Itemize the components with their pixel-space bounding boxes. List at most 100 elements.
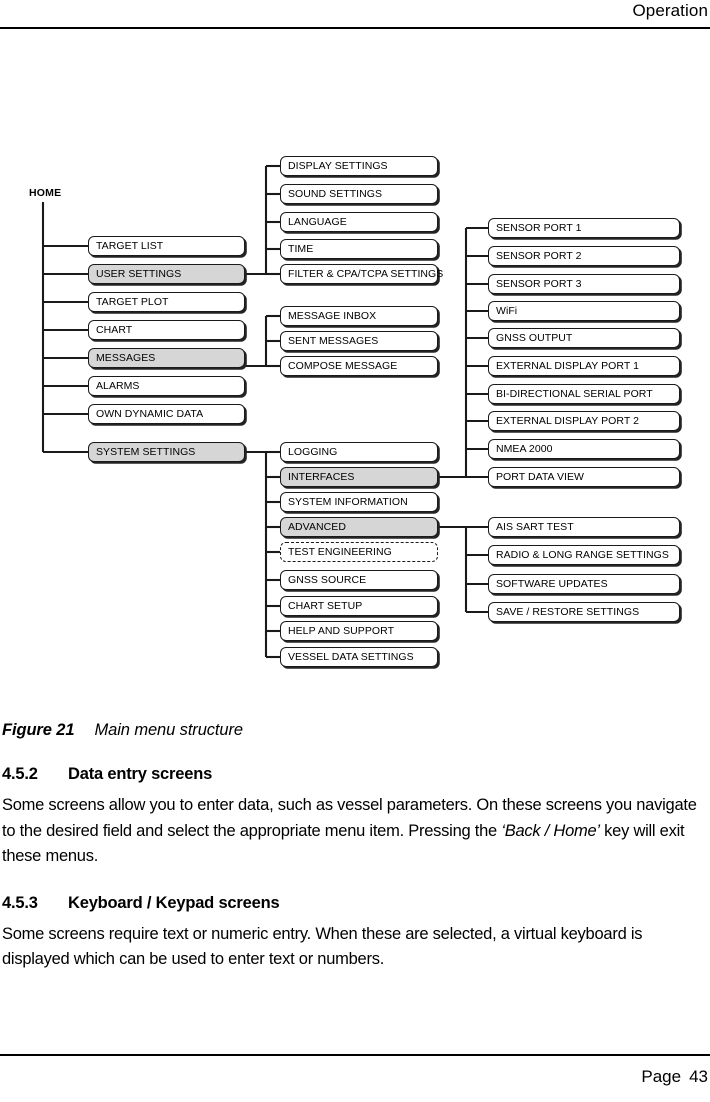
menu-node-logging[interactable]: LOGGING [280,442,438,462]
menu-node-label: HELP AND SUPPORT [288,624,395,637]
menu-node-message-inbox[interactable]: MESSAGE INBOX [280,306,438,326]
menu-node-system-information[interactable]: SYSTEM INFORMATION [280,492,438,512]
menu-node-sound-settings[interactable]: SOUND SETTINGS [280,184,438,204]
section-number: 4.5.3 [2,893,38,912]
menu-node-help-and-support[interactable]: HELP AND SUPPORT [280,621,438,641]
menu-node-user-settings[interactable]: USER SETTINGS [88,264,245,284]
menu-node-ais-sart-test[interactable]: AIS SART TEST [488,517,680,537]
menu-node-time[interactable]: TIME [280,239,438,259]
menu-node-label: TARGET LIST [96,239,164,252]
header-rule [0,27,710,29]
menu-node-label: TIME [288,242,314,255]
menu-node-label: SYSTEM INFORMATION [288,495,408,508]
menu-node-label: MESSAGE INBOX [288,309,377,322]
menu-node-own-dynamic-data[interactable]: OWN DYNAMIC DATA [88,404,245,424]
menu-node-label: SENSOR PORT 3 [496,277,582,290]
menu-node-sensor-port-2[interactable]: SENSOR PORT 2 [488,246,680,266]
menu-node-sent-messages[interactable]: SENT MESSAGES [280,331,438,351]
menu-node-label: EXTERNAL DISPLAY PORT 1 [496,359,639,372]
menu-node-external-display-port-2[interactable]: EXTERNAL DISPLAY PORT 2 [488,411,680,431]
menu-node-label: RADIO & LONG RANGE SETTINGS [496,548,669,561]
menu-node-label: WiFi [496,304,518,317]
figure-caption: Figure 21 Main menu structure [2,721,243,740]
menu-node-language[interactable]: LANGUAGE [280,212,438,232]
menu-node-filter-cpa-tcpa-settings[interactable]: FILTER & CPA/TCPA SETTINGS [280,264,443,284]
footer-rule [0,1054,710,1056]
menu-node-target-list[interactable]: TARGET LIST [88,236,245,256]
menu-node-label: LOGGING [288,445,338,458]
diagram-root-label: HOME [29,187,62,199]
menu-node-label: NMEA 2000 [496,442,553,455]
menu-node-sensor-port-1[interactable]: SENSOR PORT 1 [488,218,680,238]
menu-node-label: SAVE / RESTORE SETTINGS [496,605,640,618]
menu-node-wifi[interactable]: WiFi [488,301,680,321]
page-content: 4.5.2 Data entry screens Some screens al… [2,765,708,997]
figure-label: Figure 21 [2,721,75,739]
menu-node-label: MESSAGES [96,351,156,364]
menu-node-label: DISPLAY SETTINGS [288,159,388,172]
menu-node-external-display-port-1[interactable]: EXTERNAL DISPLAY PORT 1 [488,356,680,376]
section-paragraph-4-5-2: Some screens allow you to enter data, su… [2,793,708,870]
menu-node-label: BI-DIRECTIONAL SERIAL PORT [496,387,653,400]
menu-node-display-settings[interactable]: DISPLAY SETTINGS [280,156,438,176]
menu-node-interfaces[interactable]: INTERFACES [280,467,438,487]
menu-node-system-settings[interactable]: SYSTEM SETTINGS [88,442,245,462]
menu-node-label: INTERFACES [288,470,355,483]
menu-node-chart-setup[interactable]: CHART SETUP [280,596,438,616]
menu-node-label: SOUND SETTINGS [288,187,383,200]
menu-node-label: VESSEL DATA SETTINGS [288,650,414,663]
menu-node-label: ALARMS [96,379,140,392]
menu-node-label: ADVANCED [288,520,346,533]
menu-node-label: GNSS OUTPUT [496,331,573,344]
menu-node-label: GNSS SOURCE [288,573,367,586]
menu-node-radio-long-range-settings[interactable]: RADIO & LONG RANGE SETTINGS [488,545,680,565]
menu-node-chart[interactable]: CHART [88,320,245,340]
header-title: Operation [632,1,708,20]
menu-node-save-restore-settings[interactable]: SAVE / RESTORE SETTINGS [488,602,680,622]
menu-node-advanced[interactable]: ADVANCED [280,517,438,537]
section-heading-4-5-2: 4.5.2 Data entry screens [2,765,708,784]
menu-node-label: SENSOR PORT 2 [496,249,582,262]
menu-node-software-updates[interactable]: SOFTWARE UPDATES [488,574,680,594]
section-heading-4-5-3: 4.5.3 Keyboard / Keypad screens [2,894,708,913]
menu-node-vessel-data-settings[interactable]: VESSEL DATA SETTINGS [280,647,438,667]
menu-node-label: SYSTEM SETTINGS [96,445,196,458]
paragraph-part-emphasis: ‘Back / Home’ [501,821,600,840]
menu-node-label: PORT DATA VIEW [496,470,585,483]
menu-node-label: AIS SART TEST [496,520,574,533]
menu-node-label: USER SETTINGS [96,267,182,280]
menu-node-label: COMPOSE MESSAGE [288,359,398,372]
menu-node-test-engineering[interactable]: TEST ENGINEERING [280,542,438,562]
menu-node-nmea-2000[interactable]: NMEA 2000 [488,439,680,459]
page-footer: Page 43 [0,1032,710,1102]
page-number: 43 [689,1067,708,1086]
menu-node-target-plot[interactable]: TARGET PLOT [88,292,245,312]
menu-node-label: TEST ENGINEERING [288,545,392,558]
menu-node-label: OWN DYNAMIC DATA [96,407,204,420]
menu-node-label: EXTERNAL DISPLAY PORT 2 [496,414,639,427]
main-menu-structure-diagram: HOME TARGET LIST USER SETTINGS TARGET PL… [0,130,710,690]
page-number-block: Page 43 [641,1066,708,1088]
menu-node-messages[interactable]: MESSAGES [88,348,245,368]
menu-node-gnss-output[interactable]: GNSS OUTPUT [488,328,680,348]
menu-node-label: FILTER & CPA/TCPA SETTINGS [288,267,444,280]
section-paragraph-4-5-3: Some screens require text or numeric ent… [2,922,708,973]
menu-node-bi-directional-serial-port[interactable]: BI-DIRECTIONAL SERIAL PORT [488,384,680,404]
menu-node-label: SOFTWARE UPDATES [496,577,608,590]
menu-node-label: TARGET PLOT [96,295,169,308]
menu-node-label: CHART [96,323,133,336]
page-header: Operation [0,0,710,30]
section-title: Data entry screens [68,765,213,783]
menu-node-label: SENSOR PORT 1 [496,221,582,234]
menu-node-sensor-port-3[interactable]: SENSOR PORT 3 [488,274,680,294]
menu-node-gnss-source[interactable]: GNSS SOURCE [280,570,438,590]
menu-node-label: CHART SETUP [288,599,363,612]
section-number: 4.5.2 [2,765,38,783]
section-title: Keyboard / Keypad screens [68,893,280,912]
menu-node-label: SENT MESSAGES [288,334,379,347]
figure-title: Main menu structure [94,721,243,739]
menu-node-alarms[interactable]: ALARMS [88,376,245,396]
menu-node-compose-message[interactable]: COMPOSE MESSAGE [280,356,438,376]
menu-node-port-data-view[interactable]: PORT DATA VIEW [488,467,680,487]
menu-node-label: LANGUAGE [288,215,347,228]
